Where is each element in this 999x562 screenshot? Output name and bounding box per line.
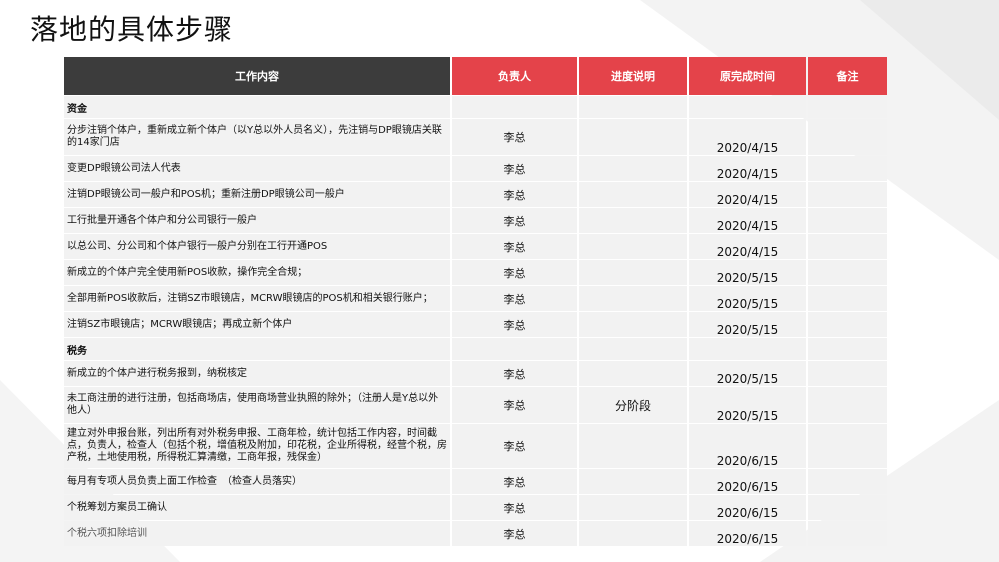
date-cell: 2020/6/15: [689, 424, 806, 468]
owner-cell: 李总: [452, 234, 577, 259]
task-cell: 建立对外申报台账，列出所有对外税务申报、工商年检，统计包括工作内容，时间截点，负…: [64, 424, 450, 468]
table-row: 个税六项扣除培训 李总 2020/6/15: [64, 521, 887, 546]
section-label-funds: 资金: [64, 96, 450, 118]
progress-cell: [579, 182, 687, 207]
date-cell: 2020/4/15: [689, 156, 806, 181]
header-date: 原完成时间: [689, 57, 806, 95]
owner-cell: 李总: [452, 312, 577, 337]
note-cell: [808, 260, 887, 285]
table-row: 建立对外申报台账，列出所有对外税务申报、工商年检，统计包括工作内容，时间截点，负…: [64, 424, 887, 468]
progress-cell: [579, 361, 687, 386]
date-cell: 2020/6/15: [689, 521, 806, 546]
note-cell: [808, 182, 887, 207]
section-label-tax: 税务: [64, 338, 450, 360]
table-row: 以总公司、分公司和个体户银行一般户分别在工行开通POS 李总 2020/4/15: [64, 234, 887, 259]
page-title: 落地的具体步骤: [30, 13, 234, 46]
task-cell: 分步注销个体户，重新成立新个体户（以Y总以外人员名义），先注销与DP眼镜店关联的…: [64, 119, 450, 155]
note-cell: [808, 208, 887, 233]
steps-table: 工作内容 负责人 进度说明 原完成时间 备注 资金 分步注销个体户，重新成立新个…: [62, 56, 889, 547]
progress-cell: [579, 424, 687, 468]
table-row: 每月有专项人员负责上面工作检查 （检查人员落实） 李总 2020/6/15: [64, 469, 887, 494]
table-row: 分步注销个体户，重新成立新个体户（以Y总以外人员名义），先注销与DP眼镜店关联的…: [64, 119, 887, 155]
table-row: 注销DP眼镜公司一般户和POS机；重新注册DP眼镜公司一般户 李总 2020/4…: [64, 182, 887, 207]
note-cell: [808, 387, 887, 423]
progress-cell: [579, 260, 687, 285]
task-cell: 注销DP眼镜公司一般户和POS机；重新注册DP眼镜公司一般户: [64, 182, 450, 207]
date-cell: 2020/5/15: [689, 312, 806, 337]
progress-cell: [579, 469, 687, 494]
note-cell: [808, 156, 887, 181]
task-cell: 全部用新POS收款后，注销SZ市眼镜店，MCRW眼镜店的POS机和相关银行账户；: [64, 286, 450, 311]
progress-cell: [579, 521, 687, 546]
owner-cell: 李总: [452, 260, 577, 285]
owner-cell: 李总: [452, 387, 577, 423]
owner-cell: 李总: [452, 521, 577, 546]
note-cell: [808, 119, 887, 155]
task-cell: 每月有专项人员负责上面工作检查 （检查人员落实）: [64, 469, 450, 494]
header-task: 工作内容: [64, 57, 450, 95]
owner-cell: 李总: [452, 361, 577, 386]
task-cell: 个税六项扣除培训: [64, 521, 450, 546]
header-progress: 进度说明: [579, 57, 687, 95]
header-owner: 负责人: [452, 57, 577, 95]
note-cell: [808, 424, 887, 468]
task-cell: 注销SZ市眼镜店；MCRW眼镜店；再成立新个体户: [64, 312, 450, 337]
table-row: 新成立的个体户进行税务报到，纳税核定 李总 2020/5/15: [64, 361, 887, 386]
progress-cell: [579, 312, 687, 337]
owner-cell: 李总: [452, 286, 577, 311]
task-cell: 新成立的个体户进行税务报到，纳税核定: [64, 361, 450, 386]
progress-cell: 分阶段: [579, 387, 687, 423]
owner-cell: 李总: [452, 424, 577, 468]
note-cell: [808, 469, 887, 494]
owner-cell: 李总: [452, 182, 577, 207]
date-cell: 2020/5/15: [689, 361, 806, 386]
task-cell: 变更DP眼镜公司法人代表: [64, 156, 450, 181]
owner-cell: 李总: [452, 156, 577, 181]
note-cell: [808, 286, 887, 311]
table-row: 未工商注册的进行注册，包括商场店，使用商场营业执照的除外；（注册人是Y总以外他人…: [64, 387, 887, 423]
progress-cell: [579, 234, 687, 259]
table-row: 工行批量开通各个体户和分公司银行一般户 李总 2020/4/15: [64, 208, 887, 233]
table-row: 新成立的个体户完全使用新POS收款，操作完全合规； 李总 2020/5/15: [64, 260, 887, 285]
note-cell: [808, 521, 887, 546]
date-cell: 2020/5/15: [689, 260, 806, 285]
task-cell: 工行批量开通各个体户和分公司银行一般户: [64, 208, 450, 233]
owner-cell: 李总: [452, 119, 577, 155]
table-header-row: 工作内容 负责人 进度说明 原完成时间 备注: [64, 57, 887, 95]
section-row-funds: 资金: [64, 96, 887, 118]
progress-cell: [579, 119, 687, 155]
owner-cell: 李总: [452, 208, 577, 233]
date-cell: 2020/4/15: [689, 234, 806, 259]
owner-cell: 李总: [452, 495, 577, 520]
table-row: 个税筹划方案员工确认 李总 2020/6/15: [64, 495, 887, 520]
note-cell: [808, 495, 887, 520]
date-cell: 2020/4/15: [689, 208, 806, 233]
progress-cell: [579, 495, 687, 520]
table-row: 全部用新POS收款后，注销SZ市眼镜店，MCRW眼镜店的POS机和相关银行账户；…: [64, 286, 887, 311]
table-row: 注销SZ市眼镜店；MCRW眼镜店；再成立新个体户 李总 2020/5/15: [64, 312, 887, 337]
date-cell: 2020/6/15: [689, 495, 806, 520]
progress-cell: [579, 156, 687, 181]
date-cell: 2020/5/15: [689, 387, 806, 423]
note-cell: [808, 234, 887, 259]
note-cell: [808, 312, 887, 337]
progress-cell: [579, 208, 687, 233]
task-cell: 未工商注册的进行注册，包括商场店，使用商场营业执照的除外；（注册人是Y总以外他人…: [64, 387, 450, 423]
date-cell: 2020/4/15: [689, 182, 806, 207]
date-cell: 2020/5/15: [689, 286, 806, 311]
section-row-tax: 税务: [64, 338, 887, 360]
date-cell: 2020/4/15: [689, 119, 806, 155]
date-cell: 2020/6/15: [689, 469, 806, 494]
task-cell: 以总公司、分公司和个体户银行一般户分别在工行开通POS: [64, 234, 450, 259]
task-cell: 新成立的个体户完全使用新POS收款，操作完全合规；: [64, 260, 450, 285]
header-note: 备注: [808, 57, 887, 95]
task-cell: 个税筹划方案员工确认: [64, 495, 450, 520]
table-row: 变更DP眼镜公司法人代表 李总 2020/4/15: [64, 156, 887, 181]
owner-cell: 李总: [452, 469, 577, 494]
progress-cell: [579, 286, 687, 311]
note-cell: [808, 361, 887, 386]
